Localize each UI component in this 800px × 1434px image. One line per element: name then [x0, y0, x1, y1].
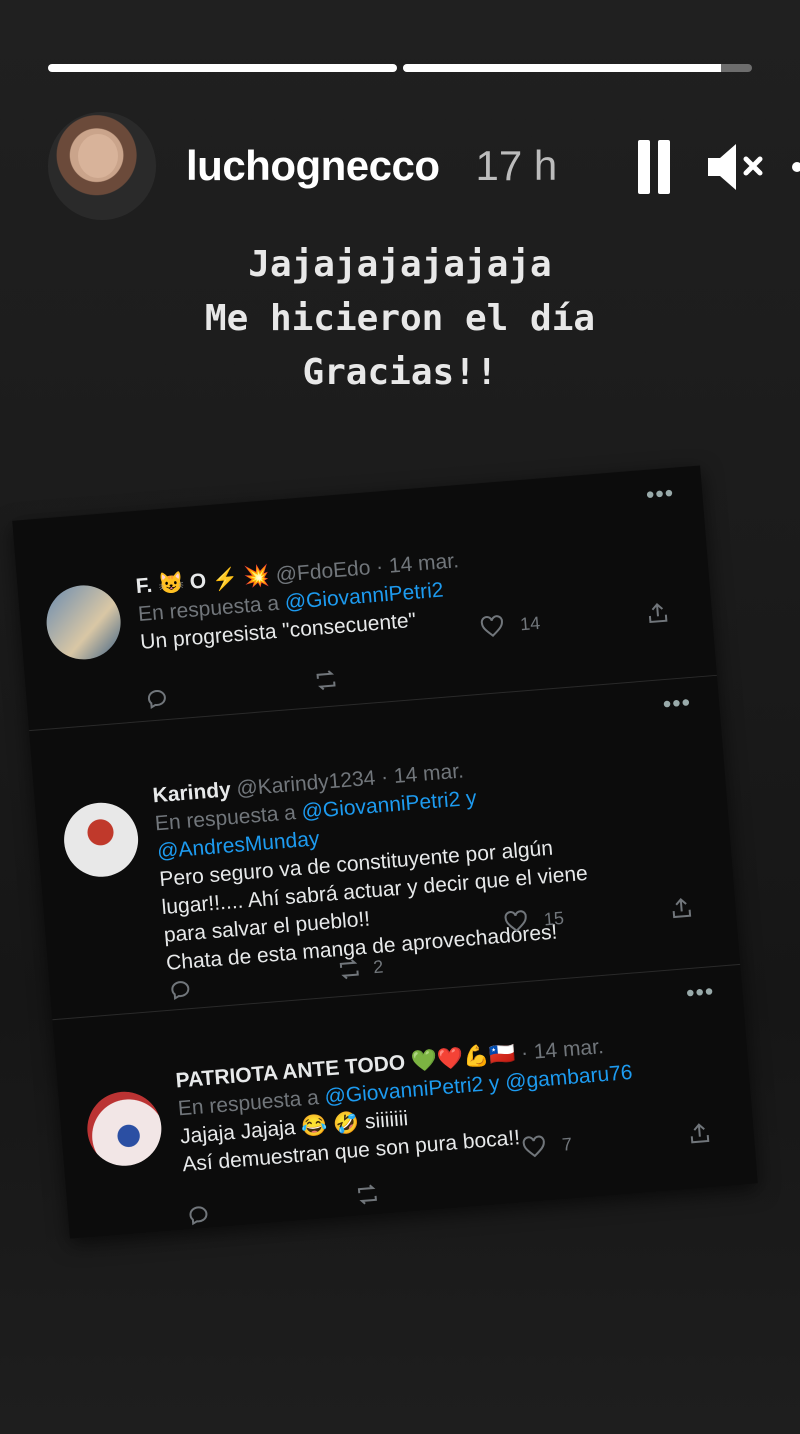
story-progress [48, 64, 752, 72]
retweet-count: 2 [372, 956, 384, 978]
share-icon [645, 600, 671, 626]
caption-line: Gracias!! [302, 352, 498, 393]
avatar [84, 1088, 165, 1169]
reply-icon [186, 1201, 212, 1227]
like-count: 14 [519, 612, 541, 635]
caption-line: Me hicieron el día [204, 298, 596, 339]
heart-icon [521, 1134, 547, 1160]
more-icon: ••• [661, 689, 693, 719]
share-icon [687, 1121, 713, 1147]
tweet: ••• Karindy @Karindy1234 · 14 mar. En re… [29, 674, 741, 1021]
username[interactable]: luchognecco [186, 142, 440, 190]
like-count: 15 [543, 907, 565, 930]
caption-line: Jajajajajajaja [248, 244, 552, 285]
tweet-handle: · 14 mar. [520, 1035, 605, 1065]
avatar [61, 799, 141, 880]
reply-icon [167, 976, 193, 1002]
story-caption: Jajajajajajaja Me hicieron el día Gracia… [0, 238, 800, 400]
post-time: 17 h [475, 142, 558, 189]
tweets-screenshot: ••• F. 😺 O ⚡ 💥 @FdoEdo · 14 mar. En resp… [12, 465, 758, 1239]
heart-icon [503, 909, 529, 935]
heart-icon [479, 614, 505, 640]
avatar[interactable] [48, 112, 156, 220]
more-icon[interactable] [792, 162, 800, 172]
story-header: luchognecco 17 h [48, 110, 800, 222]
tweet-author: Karindy [151, 778, 232, 808]
story-progress-segment [403, 64, 752, 72]
retweet-icon [354, 1182, 380, 1208]
story-progress-segment [48, 64, 397, 72]
share-icon [669, 895, 695, 921]
pause-icon[interactable] [634, 140, 672, 194]
retweet-icon [336, 956, 362, 982]
more-icon: ••• [685, 978, 716, 1008]
like-count: 7 [561, 1133, 573, 1155]
more-icon: ••• [644, 479, 676, 509]
speaker-muted-icon[interactable] [706, 140, 770, 194]
avatar [43, 582, 124, 663]
retweet-icon [313, 667, 339, 693]
reply-icon [144, 685, 170, 711]
